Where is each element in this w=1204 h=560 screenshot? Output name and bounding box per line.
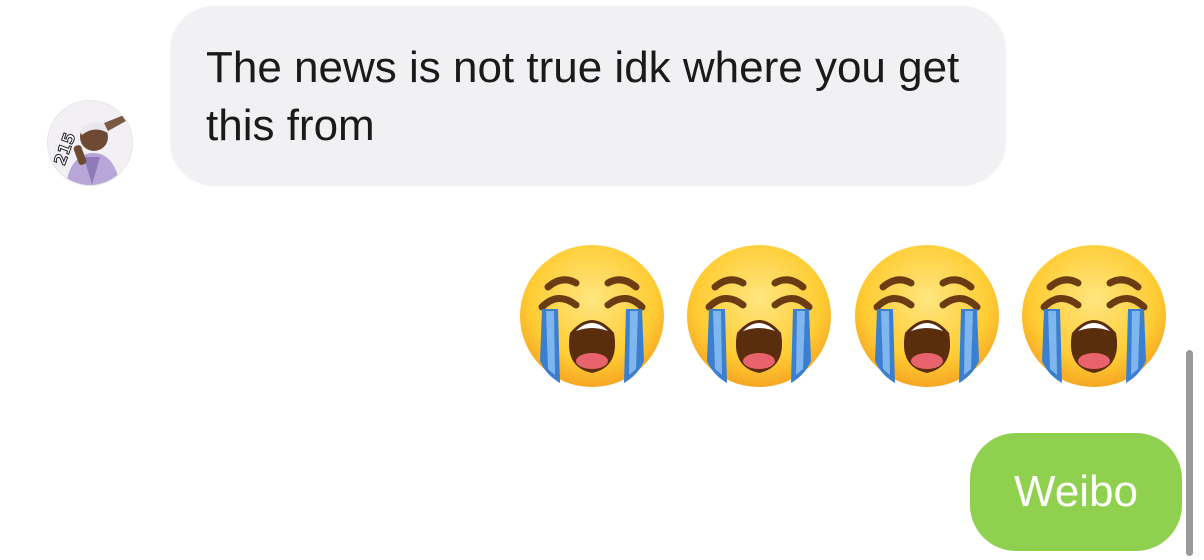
incoming-message-text: The news is not true idk where you get t… [206,43,960,150]
loudly-crying-face-emoji-icon [685,243,833,389]
chat-thread: 215 The news is not true idk where you g… [0,0,1204,560]
outgoing-message-bubble[interactable]: Weibo [970,433,1182,551]
contact-avatar-icon[interactable]: 215 [48,101,132,185]
emoji-message[interactable] [518,243,1168,389]
scrollbar[interactable] [1186,350,1193,556]
loudly-crying-face-emoji-icon [853,243,1001,389]
outgoing-message-text: Weibo [1014,467,1138,516]
incoming-message-bubble[interactable]: The news is not true idk where you get t… [170,6,1006,186]
loudly-crying-face-emoji-icon [1020,243,1168,389]
loudly-crying-face-emoji-icon [518,243,666,389]
